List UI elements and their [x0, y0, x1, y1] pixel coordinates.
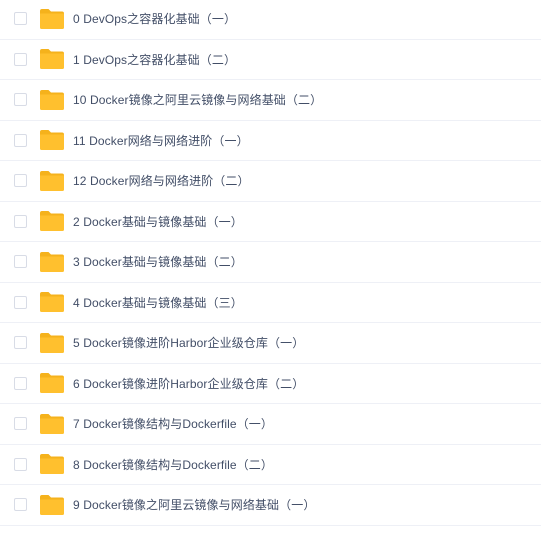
file-row[interactable]: 12 Docker网络与网络进阶（二） — [0, 161, 541, 202]
file-row[interactable]: 10 Docker镜像之阿里云镜像与网络基础（二） — [0, 80, 541, 121]
folder-icon — [39, 210, 65, 232]
file-row[interactable]: 2 Docker基础与镜像基础（一） — [0, 202, 541, 242]
row-checkbox[interactable] — [14, 336, 27, 350]
file-name[interactable]: 8 Docker镜像结构与Dockerfile（二） — [73, 456, 273, 473]
folder-icon — [39, 413, 65, 435]
folder-icon — [39, 8, 65, 30]
file-row[interactable]: 11 Docker网络与网络进阶（一） — [0, 121, 541, 161]
file-row[interactable]: 3 Docker基础与镜像基础（二） — [0, 242, 541, 283]
row-checkbox[interactable] — [14, 376, 27, 390]
folder-icon — [39, 332, 65, 354]
folder-icon — [39, 129, 65, 151]
row-checkbox[interactable] — [14, 93, 27, 107]
file-row[interactable]: 0 DevOps之容器化基础（一） — [0, 0, 541, 40]
file-name[interactable]: 7 Docker镜像结构与Dockerfile（一） — [73, 415, 273, 432]
file-name[interactable]: 3 Docker基础与镜像基础（二） — [73, 253, 243, 270]
row-checkbox[interactable] — [14, 52, 27, 66]
row-checkbox[interactable] — [14, 417, 27, 431]
row-checkbox[interactable] — [14, 498, 27, 512]
row-checkbox[interactable] — [14, 295, 27, 309]
file-row[interactable]: 6 Docker镜像进阶Harbor企业级仓库（二） — [0, 364, 541, 404]
file-row[interactable]: 1 DevOps之容器化基础（二） — [0, 40, 541, 80]
folder-icon — [39, 372, 65, 394]
file-name[interactable]: 5 Docker镜像进阶Harbor企业级仓库（一） — [73, 334, 304, 351]
file-name[interactable]: 0 DevOps之容器化基础（一） — [73, 10, 236, 27]
file-row[interactable]: 5 Docker镜像进阶Harbor企业级仓库（一） — [0, 323, 541, 364]
file-name[interactable]: 2 Docker基础与镜像基础（一） — [73, 213, 243, 230]
file-row[interactable]: 7 Docker镜像结构与Dockerfile（一） — [0, 404, 541, 445]
file-name[interactable]: 1 DevOps之容器化基础（二） — [73, 51, 236, 68]
file-row[interactable]: 4 Docker基础与镜像基础（三） — [0, 283, 541, 323]
folder-icon — [39, 291, 65, 313]
row-checkbox[interactable] — [14, 174, 27, 188]
file-row[interactable]: 8 Docker镜像结构与Dockerfile（二） — [0, 445, 541, 485]
file-name[interactable]: 9 Docker镜像之阿里云镜像与网络基础（一） — [73, 496, 315, 513]
folder-icon — [39, 170, 65, 192]
file-name[interactable]: 6 Docker镜像进阶Harbor企业级仓库（二） — [73, 375, 304, 392]
row-checkbox[interactable] — [14, 12, 27, 26]
folder-icon — [39, 48, 65, 70]
row-checkbox[interactable] — [14, 133, 27, 147]
file-name[interactable]: 11 Docker网络与网络进阶（一） — [73, 132, 249, 149]
file-name[interactable]: 4 Docker基础与镜像基础（三） — [73, 294, 243, 311]
row-checkbox[interactable] — [14, 255, 27, 269]
file-name[interactable]: 12 Docker网络与网络进阶（二） — [73, 172, 250, 189]
folder-icon — [39, 494, 65, 516]
folder-icon — [39, 89, 65, 111]
row-checkbox[interactable] — [14, 214, 27, 228]
file-list: 0 DevOps之容器化基础（一） 1 DevOps之容器化基础（二） 10 Doc… — [0, 0, 541, 526]
folder-icon — [39, 251, 65, 273]
folder-icon — [39, 453, 65, 475]
row-checkbox[interactable] — [14, 457, 27, 471]
file-row[interactable]: 9 Docker镜像之阿里云镜像与网络基础（一） — [0, 485, 541, 526]
file-name[interactable]: 10 Docker镜像之阿里云镜像与网络基础（二） — [73, 91, 322, 108]
